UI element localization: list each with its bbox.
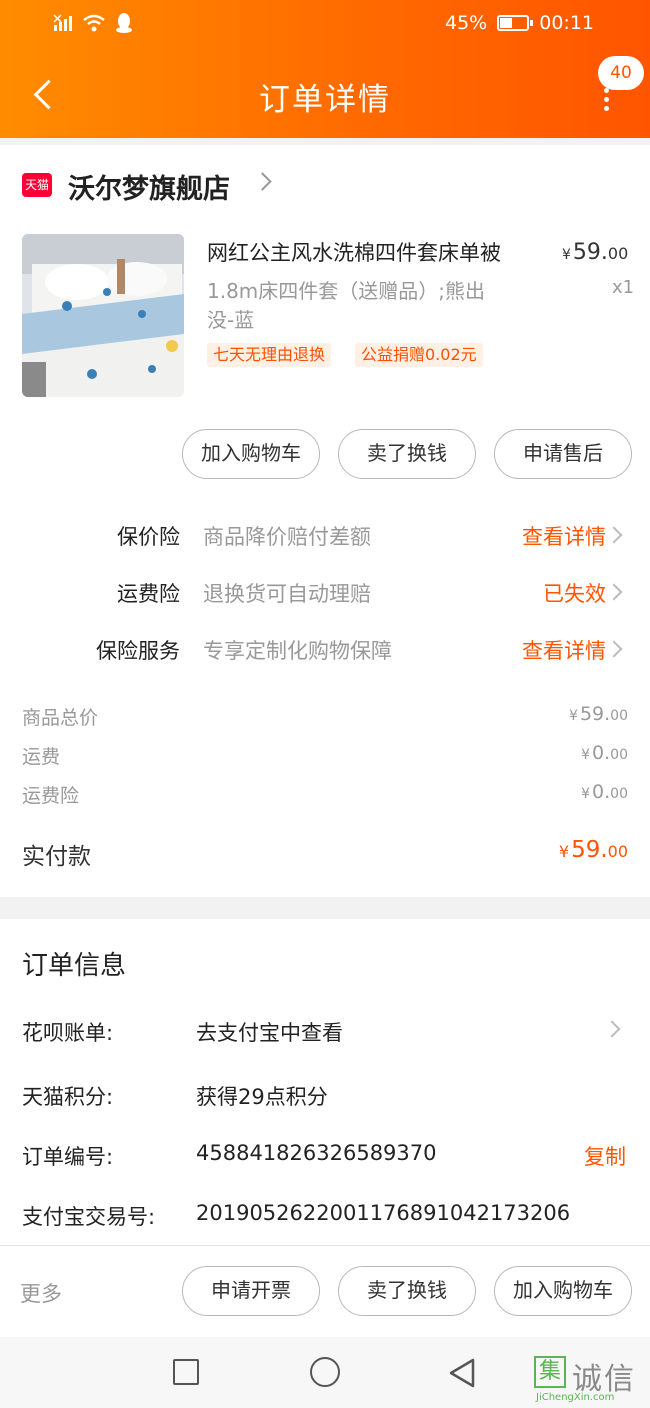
request-invoice-button[interactable]: 申请开票 xyxy=(182,1266,320,1316)
paid-amount-label: 实付款 xyxy=(22,844,91,870)
expired-status-link[interactable]: 已失效 xyxy=(543,578,606,608)
paid-amount-value: ¥59.00 xyxy=(558,837,628,863)
watermark-logo: 集 xyxy=(534,1356,566,1388)
add-to-cart-button[interactable]: 加入购物车 xyxy=(494,1266,632,1316)
add-to-cart-button[interactable]: 加入购物车 xyxy=(182,429,320,479)
recent-apps-icon[interactable] xyxy=(173,1359,199,1385)
message-count-badge[interactable]: 40 xyxy=(598,56,644,90)
product-sku: 1.8m床四件套（送赠品）;熊出 没-蓝 xyxy=(207,279,486,332)
summary-row-shipping: 运费 ¥0.00 xyxy=(22,742,628,768)
qq-icon xyxy=(116,13,132,33)
insurance-row-price-protection[interactable]: 保价险 商品降价赔付差额 查看详情 xyxy=(0,517,650,557)
page-title: 订单详情 xyxy=(259,82,391,118)
resell-button[interactable]: 卖了换钱 xyxy=(338,1266,476,1316)
chevron-right-icon xyxy=(605,583,623,601)
tmall-logo: 天猫 xyxy=(22,173,52,197)
battery-percent: 45% xyxy=(445,12,488,34)
clock: 00:11 xyxy=(539,12,594,34)
alipay-transaction-row: 支付宝交易号: 2019052622001176891042173206 xyxy=(22,1201,571,1229)
order-info-title: 订单信息 xyxy=(22,951,127,981)
summary-row-goods-total: 商品总价 ¥59.00 xyxy=(22,703,628,729)
order-number-row: 订单编号: 458841826326589370 复制 xyxy=(22,1141,626,1171)
summary-row-shipping-insurance: 运费险 ¥0.00 xyxy=(22,781,628,807)
bottom-action-bar: 更多 申请开票 卖了换钱 加入购物车 xyxy=(0,1245,650,1337)
return-policy-tag: 七天无理由退换 xyxy=(207,343,332,367)
back-triangle-icon[interactable] xyxy=(448,1357,476,1389)
header: 45% 00:11 订单详情 40 xyxy=(0,0,650,138)
product-thumbnail[interactable] xyxy=(22,234,184,397)
product-quantity: x1 xyxy=(612,277,635,298)
huabei-bill-row[interactable]: 花呗账单: 去支付宝中查看 xyxy=(0,1017,650,1053)
after-sales-button[interactable]: 申请售后 xyxy=(494,429,632,479)
tmall-points-row: 天猫积分: 获得29点积分 xyxy=(22,1085,328,1109)
home-icon[interactable] xyxy=(310,1357,340,1387)
order-info-card: 订单信息 花呗账单: 去支付宝中查看 天猫积分: 获得29点积分 订单编号: 4… xyxy=(0,919,650,1245)
no-sim-icon xyxy=(53,14,72,31)
wifi-icon xyxy=(83,14,105,32)
chevron-right-icon xyxy=(603,1020,621,1038)
status-icons-right: 45% 00:11 xyxy=(445,12,594,34)
insurance-row-shipping[interactable]: 运费险 退换货可自动理赔 已失效 xyxy=(0,574,650,614)
view-details-link[interactable]: 查看详情 xyxy=(522,635,606,665)
insurance-row-service[interactable]: 保险服务 专享定制化购物保障 查看详情 xyxy=(0,631,650,671)
chevron-right-icon xyxy=(605,526,623,544)
watermark-url: JiChengXin.com xyxy=(536,1392,615,1403)
view-details-link[interactable]: 查看详情 xyxy=(522,521,606,551)
battery-icon xyxy=(497,15,534,31)
order-card: 天猫 沃尔梦旗舰店 网红公主风水洗棉四件套床单被 ¥59.00 1.8m床四件套… xyxy=(0,145,650,897)
product-price: ¥59.00 xyxy=(562,240,629,265)
shop-name[interactable]: 沃尔梦旗舰店 xyxy=(68,167,230,206)
product-title[interactable]: 网红公主风水洗棉四件套床单被 xyxy=(207,237,547,267)
copy-button[interactable]: 复制 xyxy=(584,1141,626,1171)
more-button[interactable]: 更多 xyxy=(20,1278,62,1308)
chevron-right-icon xyxy=(605,640,623,658)
chevron-right-icon[interactable] xyxy=(253,172,272,191)
charity-tag: 公益捐赠0.02元 xyxy=(355,343,483,367)
resell-button[interactable]: 卖了换钱 xyxy=(338,429,476,479)
status-icons-left xyxy=(52,12,134,34)
